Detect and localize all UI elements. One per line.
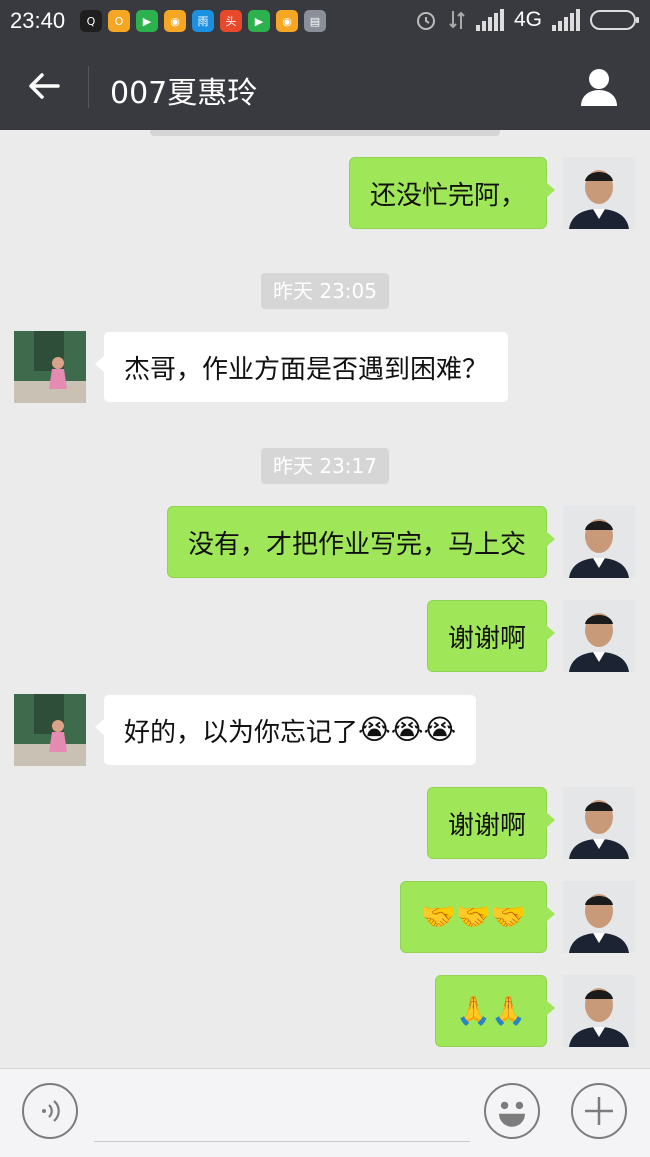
rain-icon: 雨 [192, 10, 214, 32]
emoji-button[interactable] [484, 1083, 540, 1139]
status-right: 4G [414, 8, 640, 32]
plus-icon [585, 1097, 613, 1125]
chat-title: 007夏惠玲 [110, 76, 258, 111]
avatar-me[interactable] [563, 881, 635, 953]
notification-icons: Q O ▶ ◉ 雨头 ▶ ◉ ▤ [80, 10, 326, 32]
profile-icon[interactable] [578, 66, 620, 108]
avatar-me[interactable] [563, 506, 635, 578]
message-text: 好的，以为你忘记了 [124, 717, 359, 748]
handshake-emoji: 🤝🤝🤝 [421, 900, 526, 933]
avatar-me[interactable] [563, 157, 635, 229]
message-text: 还没忙完阿， [369, 180, 526, 211]
message-bubble-outgoing[interactable]: 🙏🙏 [435, 975, 555, 1047]
qq-icon: Q [80, 10, 102, 32]
message-text: 谢谢啊 [447, 810, 526, 841]
message-bubble-outgoing[interactable]: 还没忙完阿， [348, 157, 556, 229]
message-text: 杰哥，作业方面是否遇到困难？ [124, 354, 489, 385]
crying-laughing-emoji: 😭😭😭 [358, 713, 457, 746]
app-o-icon: O [108, 10, 130, 32]
message-bubble-outgoing[interactable]: 🤝🤝🤝 [400, 881, 555, 953]
avatar-me[interactable] [563, 787, 635, 859]
timestamp: 昨天 23:17 [261, 448, 389, 484]
signal-icon [475, 9, 504, 31]
signal-icon [552, 9, 580, 31]
header-divider [88, 66, 89, 108]
voice-button[interactable] [22, 1083, 78, 1139]
message-text: 没有，才把作业写完，马上交 [187, 529, 526, 560]
video-icon: ▶ [248, 10, 270, 32]
voice-icon [42, 1100, 60, 1122]
status-time: 23:40 [10, 8, 66, 33]
avatar-me[interactable] [563, 600, 635, 672]
message-list[interactable]: 还没忙完阿， 昨天 23:05 杰哥，作业方面是否遇到困难？ 昨天 23:17 … [0, 130, 650, 1068]
video-icon: ▶ [136, 10, 158, 32]
message-bubble-incoming[interactable]: 好的，以为你忘记了 😭😭😭 [94, 694, 478, 766]
input-bar [0, 1068, 650, 1157]
network-type: 4G [513, 8, 542, 31]
alarm-icon [416, 12, 435, 30]
sim-icon: ▤ [304, 10, 326, 32]
avatar-contact[interactable] [14, 694, 86, 766]
timestamp: 昨天 23:05 [261, 273, 389, 309]
data-transfer-icon [449, 11, 465, 29]
message-text: 谢谢啊 [447, 623, 526, 654]
chat-header: 007夏惠玲 [0, 44, 650, 130]
back-arrow-icon[interactable] [24, 66, 64, 106]
message-bubble-incoming[interactable]: 杰哥，作业方面是否遇到困难？ [94, 331, 510, 403]
message-bubble-outgoing[interactable]: 谢谢啊 [426, 600, 556, 672]
news-icon: 头 [220, 10, 242, 32]
message-bubble-outgoing[interactable]: 没有，才把作业写完，马上交 [166, 506, 556, 578]
battery-icon [590, 10, 639, 30]
weibo-icon: ◉ [164, 10, 186, 32]
weibo-icon: ◉ [276, 10, 298, 32]
avatar-me[interactable] [563, 975, 635, 1047]
avatar-contact[interactable] [14, 331, 86, 403]
more-button[interactable] [571, 1083, 627, 1139]
praying-hands-emoji: 🙏🙏 [456, 994, 526, 1027]
previous-message-edge [150, 130, 500, 136]
status-bar: 23:40 Q O ▶ ◉ 雨头 ▶ ◉ ▤ 4G [0, 0, 650, 44]
message-bubble-outgoing[interactable]: 谢谢啊 [426, 787, 556, 859]
smiley-icon [499, 1101, 525, 1127]
message-input[interactable] [94, 1141, 470, 1142]
